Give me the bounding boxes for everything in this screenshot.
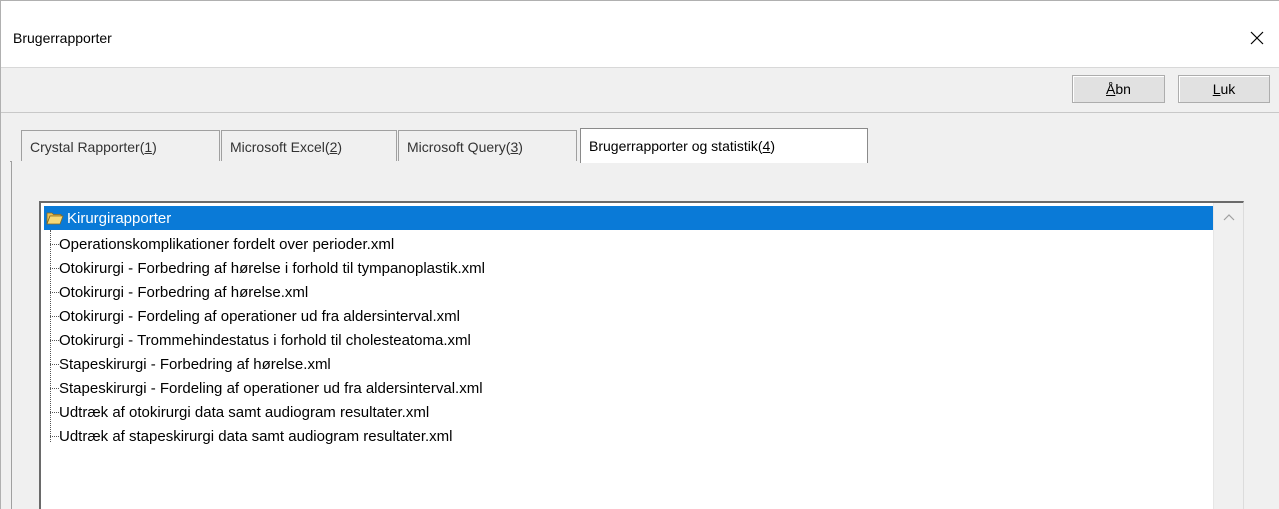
- scroll-up-button[interactable]: [1214, 203, 1244, 231]
- tree-item-label: Otokirurgi - Forbedring af hørelse i for…: [59, 259, 485, 277]
- close-window-button[interactable]: [1234, 18, 1279, 58]
- close-icon: [1250, 31, 1264, 45]
- tree-connector: [50, 387, 59, 389]
- tree-item[interactable]: Operationskomplikationer fordelt over pe…: [49, 232, 394, 256]
- tab-label: Microsoft Excel(: [230, 138, 330, 155]
- tab-key: 2: [329, 138, 338, 155]
- tree-connector: [50, 243, 59, 245]
- open-button-label: bn: [1115, 81, 1131, 97]
- close-button-label: uk: [1220, 81, 1236, 97]
- window-title: Brugerrapporter: [13, 30, 112, 46]
- tab-brugerrapporter-og-statistik[interactable]: Brugerrapporter og statistik(4): [580, 128, 868, 163]
- tree-item[interactable]: Udtræk af otokirurgi data samt audiogram…: [49, 400, 429, 424]
- tab-key: 1: [144, 138, 153, 155]
- tree-item-label: Stapeskirurgi - Forbedring af hørelse.xm…: [59, 355, 331, 373]
- tab-microsoft-query[interactable]: Microsoft Query(3): [398, 130, 577, 162]
- tab-label: Microsoft Query(: [407, 138, 511, 155]
- tab-key: 4: [762, 138, 771, 154]
- tree-connector: [50, 339, 59, 341]
- tree-connector: [50, 267, 59, 269]
- tree-item-label: Udtræk af stapeskirurgi data samt audiog…: [59, 427, 453, 445]
- tab-suffix: ): [152, 138, 157, 155]
- chevron-up-icon: [1223, 214, 1235, 221]
- tree-item-label: Operationskomplikationer fordelt over pe…: [59, 235, 395, 253]
- open-button-mnemonic: Å: [1106, 81, 1116, 97]
- tree-folder-label: Kirurgirapporter: [67, 209, 172, 227]
- tab-crystal-rapporter[interactable]: Crystal Rapporter(1): [21, 130, 220, 162]
- title-bar: Brugerrapporter: [1, 1, 1279, 67]
- tree-item[interactable]: Otokirurgi - Forbedring af hørelse i for…: [49, 256, 485, 280]
- tab-microsoft-excel[interactable]: Microsoft Excel(2): [221, 130, 397, 162]
- tab-key: 3: [510, 138, 519, 155]
- tab-label: Crystal Rapporter(: [30, 138, 145, 155]
- tree-item[interactable]: Stapeskirurgi - Forbedring af hørelse.xm…: [49, 352, 331, 376]
- close-button[interactable]: Luk: [1178, 75, 1270, 103]
- tree-connector: [50, 315, 59, 317]
- report-tree[interactable]: Kirurgirapporter Operationskomplikatione…: [39, 201, 1244, 509]
- tree-item-label: Otokirurgi - Forbedring af hørelse.xml: [59, 283, 309, 301]
- tab-suffix: ): [337, 138, 343, 155]
- tree-item-label: Stapeskirurgi - Fordeling af operationer…: [59, 379, 483, 397]
- tree-folder-kirurgirapporter[interactable]: Kirurgirapporter: [44, 206, 1214, 230]
- tree-connector: [50, 411, 59, 413]
- toolbar: Åbn Luk: [1, 67, 1279, 113]
- tree-connector: [50, 435, 59, 437]
- tree-item[interactable]: Otokirurgi - Forbedring af hørelse.xml: [49, 280, 308, 304]
- tab-suffix: ): [770, 138, 775, 154]
- tab-label: Brugerrapporter og statistik(: [589, 138, 763, 154]
- open-button[interactable]: Åbn: [1072, 75, 1165, 103]
- vertical-scrollbar[interactable]: [1213, 203, 1243, 509]
- tree-connector: [50, 363, 59, 365]
- open-folder-icon: [46, 212, 64, 225]
- tree-item[interactable]: Udtræk af stapeskirurgi data samt audiog…: [49, 424, 453, 448]
- tree-item[interactable]: Otokirurgi - Trommehindestatus i forhold…: [49, 328, 471, 352]
- tree-item-label: Otokirurgi - Fordeling af operationer ud…: [59, 307, 461, 325]
- tree-item[interactable]: Stapeskirurgi - Fordeling af operationer…: [49, 376, 483, 400]
- tree-item-label: Udtræk af otokirurgi data samt audiogram…: [59, 403, 430, 421]
- tree-item[interactable]: Otokirurgi - Fordeling af operationer ud…: [49, 304, 460, 328]
- tab-suffix: ): [518, 138, 523, 155]
- close-button-mnemonic: L: [1212, 81, 1221, 97]
- tree-item-label: Otokirurgi - Trommehindestatus i forhold…: [59, 331, 471, 349]
- tree-connector: [50, 291, 59, 293]
- dialog-window: Brugerrapporter Åbn Luk Crystal Rapporte…: [0, 0, 1279, 509]
